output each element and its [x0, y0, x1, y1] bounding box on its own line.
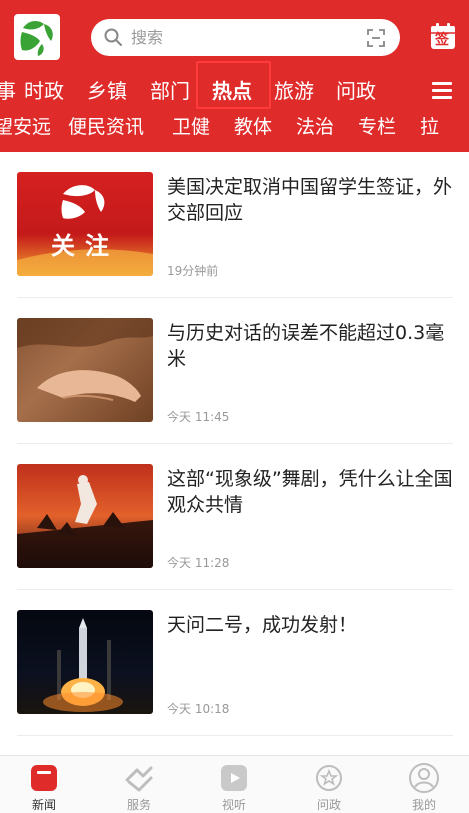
- app-logo[interactable]: [14, 14, 60, 60]
- article-time: 19分钟前: [167, 264, 219, 278]
- article-title[interactable]: 与历史对话的误差不能超过0.3毫米: [167, 320, 453, 372]
- article-thumbnail: [17, 318, 153, 422]
- menu-icon[interactable]: [432, 82, 452, 100]
- bottom-tab-inquiry[interactable]: 问政: [289, 756, 369, 813]
- search-bar[interactable]: 搜索: [91, 19, 400, 56]
- article-thumbnail: 关注: [17, 172, 153, 276]
- sign-in-button[interactable]: 签: [430, 22, 456, 50]
- bottom-tab-label: 问政: [316, 798, 341, 812]
- list-item[interactable]: 这部“现象级”舞剧，凭什么让全国观众共情 今天 11:28: [0, 444, 469, 590]
- article-time: 今天 11:28: [167, 556, 230, 570]
- bottom-tab-label: 我的: [411, 798, 436, 812]
- tab-travel[interactable]: 旅游: [274, 74, 314, 108]
- list-item[interactable]: 关注 美国决定取消中国留学生签证，外交部回应 19分钟前: [0, 152, 469, 298]
- inquiry-icon: [316, 765, 342, 791]
- tab-inquiry[interactable]: 问政: [336, 74, 376, 108]
- article-time: 今天 10:18: [167, 702, 230, 716]
- tab-more[interactable]: 拉: [420, 112, 439, 142]
- search-icon: [104, 28, 122, 46]
- bottom-tab-profile[interactable]: 我的: [384, 756, 464, 813]
- app-screen: 搜索 签 事 时政 乡镇 部门 热点 旅游 问政 望安远 便民资讯 卫健 教体 …: [0, 0, 469, 813]
- tab-wanganyuan[interactable]: 望安远: [0, 112, 51, 142]
- tab-law[interactable]: 法治: [296, 112, 334, 142]
- tab-politics[interactable]: 时政: [24, 74, 64, 108]
- artifact-hand-image: [17, 318, 153, 422]
- bottom-tab-service[interactable]: 服务: [99, 756, 179, 813]
- rocket-launch-image: [43, 618, 123, 712]
- dance-stage-image: [17, 475, 153, 568]
- tab-column[interactable]: 专栏: [358, 112, 396, 142]
- bottom-tab-label: 视听: [221, 798, 246, 812]
- bottom-tab-label: 服务: [126, 798, 151, 812]
- scan-icon[interactable]: [366, 28, 386, 48]
- search-placeholder: 搜索: [131, 28, 164, 47]
- tab-departments[interactable]: 部门: [150, 74, 190, 108]
- news-icon: [31, 765, 57, 791]
- list-item[interactable]: 天问二号，成功发射！ 今天 10:18: [0, 590, 469, 736]
- bottom-tab-video[interactable]: 视听: [194, 756, 274, 813]
- article-thumbnail: [17, 464, 153, 568]
- article-title[interactable]: 美国决定取消中国留学生签证，外交部回应: [167, 174, 453, 226]
- tab-education[interactable]: 教体: [234, 112, 272, 142]
- tab-convenience-info[interactable]: 便民资讯: [68, 112, 144, 142]
- logo-icon: [20, 20, 53, 56]
- video-icon: [221, 765, 247, 791]
- service-icon: [125, 766, 153, 792]
- divider: [17, 735, 453, 736]
- article-time: 今天 11:45: [167, 410, 230, 424]
- header: 搜索 签 事 时政 乡镇 部门 热点 旅游 问政 望安远 便民资讯 卫健 教体 …: [0, 0, 469, 152]
- tab-towns[interactable]: 乡镇: [87, 74, 127, 108]
- article-title[interactable]: 天问二号，成功发射！: [167, 612, 453, 638]
- tab-health[interactable]: 卫健: [172, 112, 210, 142]
- bottom-tab-news[interactable]: 新闻: [4, 756, 84, 813]
- active-tab-highlight: [196, 61, 271, 109]
- profile-icon: [409, 763, 439, 793]
- bottom-tab-bar: 新闻 服务 视听 问政 我的: [0, 755, 469, 813]
- tab-shi[interactable]: 事: [0, 74, 16, 108]
- article-thumbnail: [17, 610, 153, 714]
- list-item[interactable]: 与历史对话的误差不能超过0.3毫米 今天 11:45: [0, 298, 469, 444]
- sign-label: 签: [435, 32, 449, 48]
- secondary-nav: 望安远 便民资讯 卫健 教体 法治 专栏 拉: [0, 112, 469, 142]
- thumbnail-caption: 关注: [51, 232, 119, 260]
- bottom-tab-label: 新闻: [31, 798, 56, 812]
- article-title[interactable]: 这部“现象级”舞剧，凭什么让全国观众共情: [167, 466, 453, 518]
